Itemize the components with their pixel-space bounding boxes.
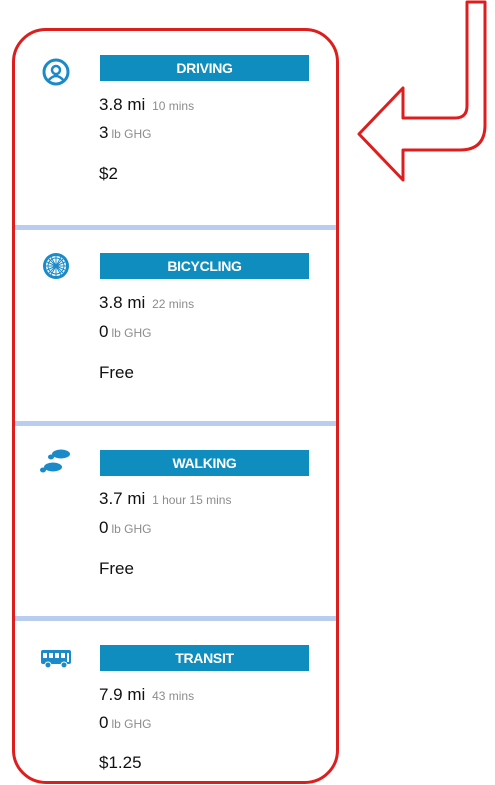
distance-value: 3.7 (99, 489, 123, 508)
ghg-value: 0 (99, 322, 109, 341)
distance-value: 3.8 (99, 95, 123, 114)
distance-unit: mi (127, 685, 146, 704)
mode-transit-distance: 7.9 mi 43 mins (99, 685, 194, 705)
mode-divider (15, 421, 336, 426)
mode-walking-cost: Free (99, 559, 134, 578)
mode-walking-label: WALKING (100, 450, 309, 476)
mode-divider (15, 616, 336, 621)
ghg-value: 3 (99, 123, 109, 142)
mode-driving-distance: 3.8 mi 10 mins (99, 95, 194, 115)
mode-driving-ghg: 3 lb GHG (99, 123, 151, 143)
ghg-unit: lb GHG (111, 522, 152, 536)
distance-unit: mi (127, 489, 146, 508)
distance-unit: mi (127, 293, 146, 312)
ghg-unit: lb GHG (111, 127, 152, 141)
ghg-unit: lb GHG (111, 326, 152, 340)
footprints-icon (40, 449, 70, 473)
mode-bicycling-cost: Free (99, 363, 134, 382)
distance-value: 7.9 (99, 685, 123, 704)
mode-driving-label: DRIVING (100, 55, 309, 81)
duration: 43 mins (152, 689, 195, 703)
mode-bicycling-distance: 3.8 mi 22 mins (99, 293, 194, 313)
mode-transit-cost: $1.25 (99, 753, 142, 772)
mode-divider (15, 225, 336, 230)
mode-transit-label: TRANSIT (100, 645, 309, 671)
duration: 22 mins (152, 297, 195, 311)
distance-unit: mi (127, 95, 146, 114)
distance-value: 3.8 (99, 293, 123, 312)
bus-icon (41, 650, 71, 669)
mode-bicycling-ghg: 0 lb GHG (99, 322, 151, 342)
steering-wheel-icon (42, 58, 70, 86)
duration: 1 hour 15 mins (152, 493, 232, 507)
duration: 10 mins (152, 99, 195, 113)
mode-transit-ghg: 0 lb GHG (99, 713, 151, 733)
mode-driving-cost: $2 (99, 164, 118, 183)
travel-modes-list: DRIVING 3.8 mi 10 mins 3 lb GHG $2 BICYC… (12, 28, 339, 784)
mode-walking-ghg: 0 lb GHG (99, 518, 151, 538)
ghg-value: 0 (99, 518, 109, 537)
mode-bicycling-label: BICYCLING (100, 253, 309, 279)
ghg-value: 0 (99, 713, 109, 732)
ghg-unit: lb GHG (111, 717, 152, 731)
bicycle-wheel-icon (43, 253, 69, 279)
mode-walking-distance: 3.7 mi 1 hour 15 mins (99, 489, 231, 509)
annotation-arrow (357, 0, 487, 182)
